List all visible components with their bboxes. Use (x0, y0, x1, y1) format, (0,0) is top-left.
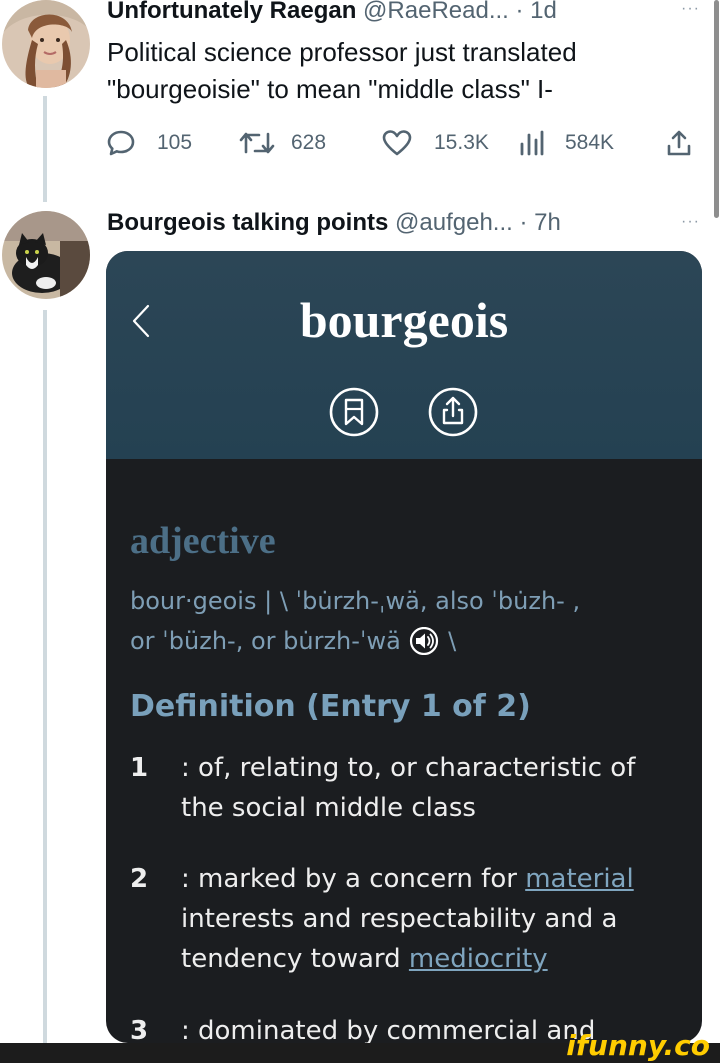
view-count: 584K (565, 131, 615, 154)
more-options-icon[interactable]: ··· (681, 0, 700, 18)
tweet-time[interactable]: 7h (534, 209, 561, 236)
tweet-header: Bourgeois talking points @aufgeh... · 7h (107, 208, 561, 238)
dictionary-headword: bourgeois (299, 292, 509, 348)
bar-chart-icon (519, 129, 545, 157)
tweet-text-line: Political science professor just transla… (107, 37, 577, 67)
sense-number: 3 (130, 1016, 149, 1043)
separator-dot: · (519, 209, 528, 236)
user-handle[interactable]: @aufgeh... (395, 209, 513, 236)
tweet-actions: 105 628 15.3K 584K (107, 125, 702, 161)
definition-heading: Definition (Entry 1 of 2) (130, 689, 531, 724)
sense-number: 2 (130, 864, 149, 894)
dictionary-header: bourgeois (106, 251, 702, 459)
like-button[interactable]: 15.3K (382, 125, 489, 161)
ifunny-watermark: ifunny.co (566, 1029, 710, 1062)
speaker-icon (408, 626, 440, 667)
heart-icon (382, 129, 412, 157)
pronunciation: bour·geois | \ ˈbu̇rzh-ˌwä, also ˈbu̇zh-… (130, 581, 690, 667)
scrollbar[interactable] (714, 0, 719, 218)
link-material[interactable]: material (525, 864, 634, 894)
definition-sense: 2 : marked by a concern for material int… (130, 859, 690, 979)
bookmark-icon (328, 386, 380, 443)
share-icon (427, 386, 479, 443)
reply-count: 105 (157, 131, 193, 154)
retweet-count: 628 (291, 131, 327, 154)
thread-line (43, 310, 47, 1043)
avatar-raegan[interactable] (2, 0, 90, 88)
tweet-header: Unfortunately Raegan @RaeRead... · 1d (107, 0, 557, 26)
display-name[interactable]: Unfortunately Raegan (107, 0, 356, 24)
sense-text: : marked by a concern for material inter… (181, 859, 681, 979)
sense-number: 1 (130, 753, 149, 783)
views-button[interactable]: 584K (519, 125, 614, 161)
sense-text-part: interests and respectability and a tende… (181, 904, 618, 974)
pronunciation-line-2: or ˈbüzh-, or bu̇rzh-ˈwä \ (130, 621, 690, 667)
more-options-icon[interactable]: ··· (681, 213, 700, 231)
user-handle[interactable]: @RaeRead... (363, 0, 509, 24)
definition-sense: 1 : of, relating to, or characteristic o… (130, 748, 690, 828)
retweet-icon (239, 129, 275, 157)
pronunciation-text: or ˈbüzh-, or bu̇rzh-ˈwä (130, 627, 401, 655)
display-name[interactable]: Bourgeois talking points (107, 209, 388, 236)
share-icon (665, 129, 693, 157)
tweet-text-line: "bourgeoisie" to mean "middle class" I- (107, 74, 553, 104)
sense-text: : of, relating to, or characteristic of … (181, 753, 636, 823)
reply-icon (107, 129, 135, 157)
tweet-text: Political science professor just transla… (107, 34, 707, 108)
link-mediocrity[interactable]: mediocrity (409, 944, 548, 974)
part-of-speech: adjective (130, 520, 276, 562)
thread-line (43, 96, 47, 202)
pronunciation-line: bour·geois | \ ˈbu̇rzh-ˌwä, also ˈbu̇zh-… (130, 587, 581, 615)
like-count: 15.3K (434, 131, 489, 154)
pronunciation-end: \ (448, 627, 457, 655)
tweet-time[interactable]: 1d (530, 0, 557, 24)
avatar-bourgeois[interactable] (2, 211, 90, 299)
tweet-media-image[interactable]: bourgeois adjective bour·geois | \ ˈbu̇r… (106, 251, 702, 1043)
separator-dot: · (515, 0, 524, 24)
share-button[interactable] (665, 125, 693, 161)
sense-text-part: : marked by a concern for (181, 864, 526, 894)
reply-button[interactable]: 105 (107, 125, 192, 161)
retweet-button[interactable]: 628 (239, 125, 326, 161)
